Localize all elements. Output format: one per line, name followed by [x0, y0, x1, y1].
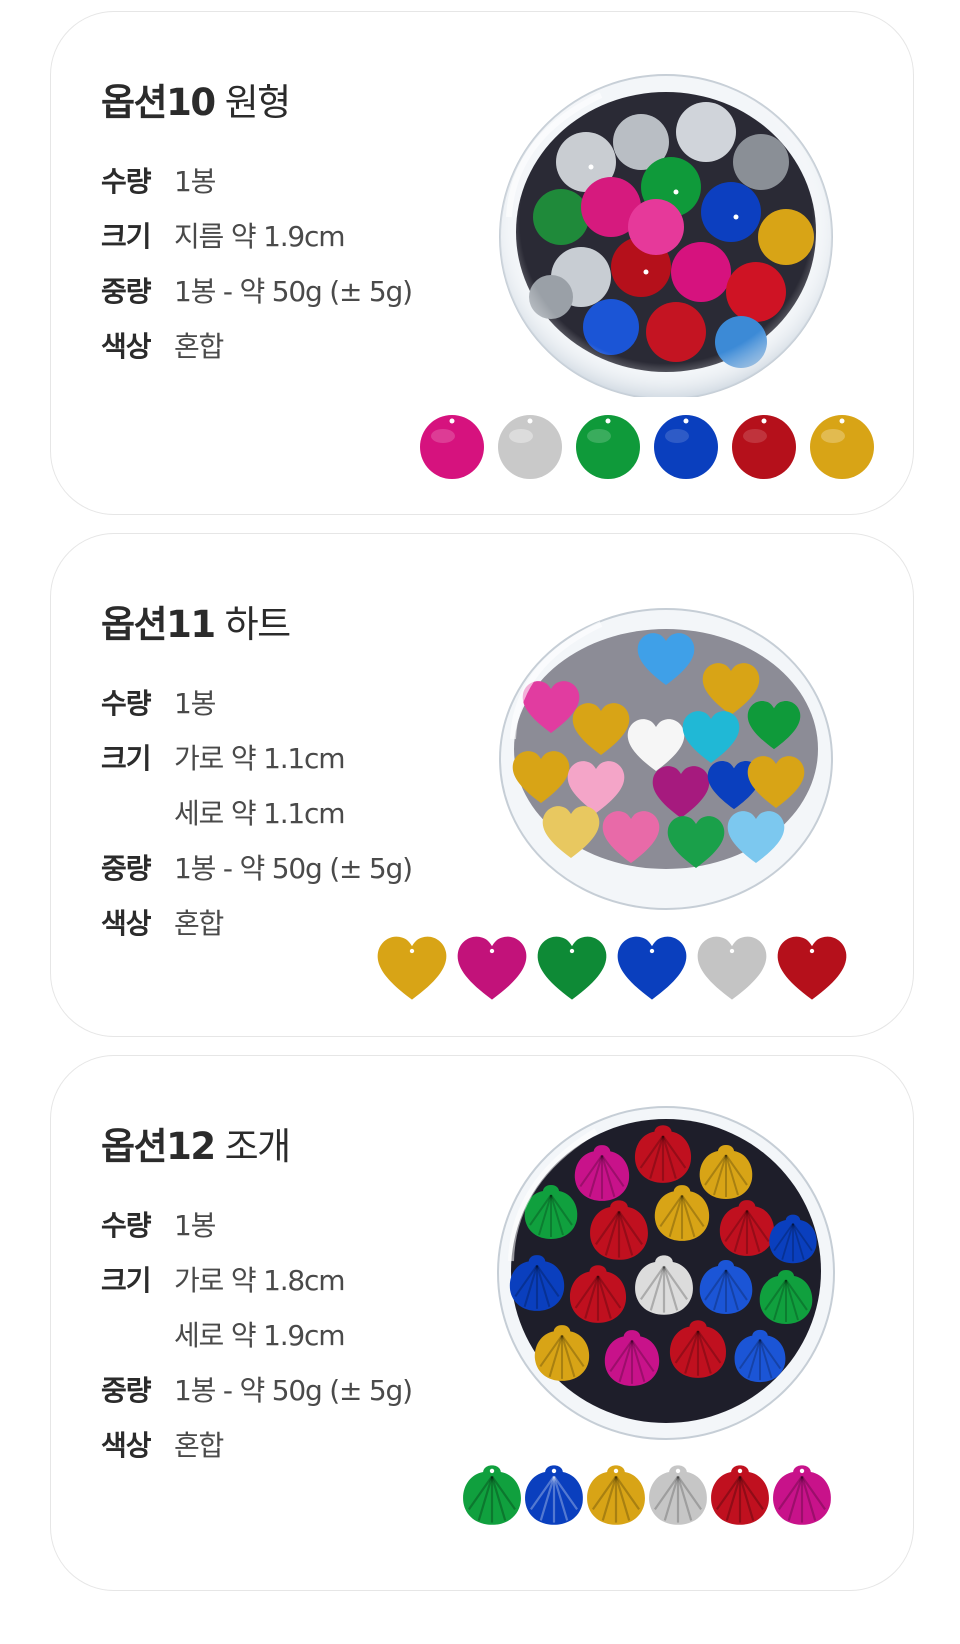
product-photo-shell-sequins: [497, 1106, 835, 1440]
spec-value: 혼합: [174, 1428, 224, 1462]
shell-swatch-red: [711, 1465, 769, 1525]
option-number: 옵션10: [101, 81, 216, 124]
option-shape-name: 하트: [224, 603, 292, 646]
heart-swatch-red: [777, 936, 847, 1000]
spec-label: 크기: [101, 219, 152, 253]
spec-row-quantity: 수량 1봉: [101, 152, 412, 207]
shell-swatch-magenta: [773, 1465, 831, 1525]
option-number: 옵션12: [101, 1125, 216, 1168]
spec-label: 수량: [101, 164, 152, 198]
option-shape-name: 원형: [224, 81, 292, 124]
spec-row-color: 색상 혼합: [101, 317, 412, 372]
spec-value: 지름 약 1.9cm: [174, 219, 345, 253]
shell-swatch-blue: [525, 1465, 583, 1525]
spec-value: 1봉 - 약 50g (± 5g): [174, 851, 413, 885]
color-swatch-row: [375, 934, 849, 1002]
spec-row-weight: 중량 1봉 - 약 50g (± 5g): [101, 262, 413, 317]
spec-value: 1봉: [174, 1208, 216, 1242]
option-number: 옵션11: [101, 603, 216, 646]
option-title: 옵션10 원형: [101, 72, 292, 126]
spec-row-quantity: 수량 1봉: [101, 1196, 412, 1251]
heart-swatch-green: [537, 936, 607, 1000]
spec-list: 수량 1봉 크기 지름 약 1.9cm 중량 1봉 - 약 50g (± 5g)…: [101, 152, 413, 372]
heart-swatch-silver: [697, 936, 767, 1000]
spec-label: 크기: [101, 1263, 152, 1297]
spec-row-color: 색상 혼합: [101, 894, 412, 949]
color-swatch-green: [576, 415, 640, 479]
spec-row-color: 색상 혼합: [101, 1416, 412, 1471]
shell-swatch-gold: [587, 1465, 645, 1525]
shell-swatch-silver: [649, 1465, 707, 1525]
spec-row-size-height: 세로 약 1.9cm: [101, 1306, 412, 1361]
spec-label: 색상: [101, 1428, 152, 1462]
spec-list: 수량 1봉 크기 가로 약 1.1cm 세로 약 1.1cm 중량 1봉 - 약…: [101, 674, 413, 949]
spec-value: 1봉: [174, 164, 216, 198]
color-swatch-row: [417, 412, 877, 482]
color-swatch-magenta: [420, 415, 484, 479]
spec-row-weight: 중량 1봉 - 약 50g (± 5g): [101, 839, 413, 894]
spec-row-size: 크기 지름 약 1.9cm: [101, 207, 412, 262]
product-photo-heart-sequins: [499, 608, 833, 910]
spec-value: 1봉: [174, 686, 216, 720]
spec-label: 수량: [101, 686, 152, 720]
spec-row-size: 크기 가로 약 1.8cm: [101, 1251, 412, 1306]
spec-label: 중량: [101, 274, 152, 308]
color-swatch-silver: [498, 415, 562, 479]
spec-row-quantity: 수량 1봉: [101, 674, 412, 729]
spec-label: 색상: [101, 906, 152, 940]
spec-value: 세로 약 1.1cm: [174, 796, 345, 830]
option-card-circle: 옵션10 원형 수량 1봉 크기 지름 약 1.9cm 중량 1봉 - 약 50g…: [50, 11, 914, 515]
spec-row-weight: 중량 1봉 - 약 50g (± 5g): [101, 1361, 413, 1416]
spec-row-size-height: 세로 약 1.1cm: [101, 784, 412, 839]
color-swatch-blue: [654, 415, 718, 479]
heart-swatch-blue: [617, 936, 687, 1000]
option-title: 옵션12 조개: [101, 1116, 292, 1170]
spec-label: 크기: [101, 741, 152, 775]
color-swatch-row: [459, 1461, 835, 1527]
spec-value: 세로 약 1.9cm: [174, 1318, 345, 1352]
product-photo-circle-sequins: [499, 74, 833, 397]
option-title: 옵션11 하트: [101, 594, 292, 648]
spec-value: 혼합: [174, 329, 224, 363]
spec-list: 수량 1봉 크기 가로 약 1.8cm 세로 약 1.9cm 중량 1봉 - 약…: [101, 1196, 413, 1471]
heart-swatch-gold: [377, 936, 447, 1000]
option-card-heart: 옵션11 하트 수량 1봉 크기 가로 약 1.1cm 세로 약 1.1cm 중량…: [50, 533, 914, 1037]
spec-value: 1봉 - 약 50g (± 5g): [174, 274, 413, 308]
spec-label: 색상: [101, 329, 152, 363]
spec-label: 중량: [101, 851, 152, 885]
spec-value: 가로 약 1.1cm: [174, 741, 345, 775]
spec-value: 1봉 - 약 50g (± 5g): [174, 1373, 413, 1407]
spec-value: 가로 약 1.8cm: [174, 1263, 345, 1297]
color-swatch-gold: [810, 415, 874, 479]
shell-swatch-green: [463, 1465, 521, 1525]
spec-label: 중량: [101, 1373, 152, 1407]
heart-swatch-magenta: [457, 936, 527, 1000]
spec-value: 혼합: [174, 906, 224, 940]
color-swatch-red: [732, 415, 796, 479]
spec-label: 수량: [101, 1208, 152, 1242]
spec-row-size: 크기 가로 약 1.1cm: [101, 729, 412, 784]
option-card-shell: 옵션12 조개 수량 1봉 크기 가로 약 1.8cm 세로 약 1.9cm 중량…: [50, 1055, 914, 1591]
option-shape-name: 조개: [224, 1125, 292, 1168]
